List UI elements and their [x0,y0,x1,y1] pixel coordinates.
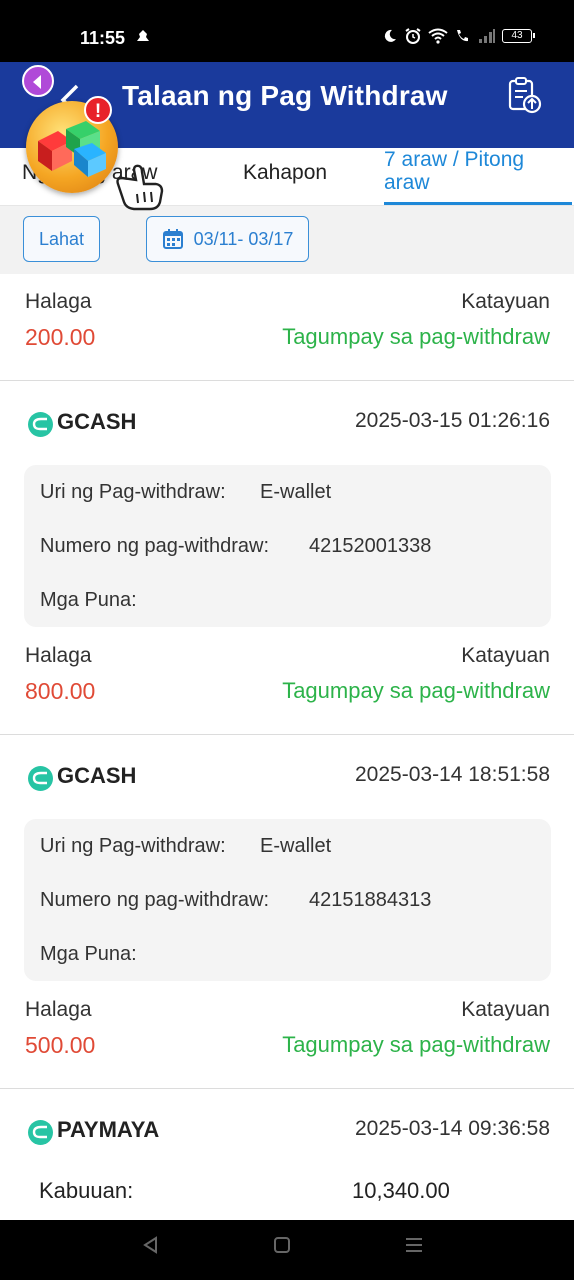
type-value: E-wallet [260,835,332,857]
status-icons: 43 [382,27,535,45]
wifi-icon [428,28,448,44]
app-screen: Talaan ng Pag Withdraw Ngayong araw Kaha… [0,62,574,1220]
moon-icon [384,29,396,42]
type-label: Uri ng Pag-withdraw: [40,835,226,857]
nav-back-icon[interactable] [142,1236,160,1259]
number-value: 42151884313 [309,889,432,911]
calendar-icon [162,229,183,249]
status-label: Katayuan [461,644,550,667]
status-value: Tagumpay sa pag-withdraw [282,324,550,349]
detail-box: Uri ng Pag-withdraw: E-wallet Numero ng … [24,819,551,981]
total-value: 10,340.00 [352,1178,450,1203]
amount-value: 800.00 [25,678,96,704]
battery-icon: 43 [502,29,535,43]
page-title: Talaan ng Pag Withdraw [122,80,448,111]
filter-bar: Lahat 03/11- 03/17 [0,206,574,274]
amount-label: Halaga [25,644,92,667]
ewallet-icon [28,1120,53,1145]
signal-icon [479,29,495,43]
amount-label: Halaga [25,290,92,313]
record-header: GCASH 2025-03-15 01:26:16 [0,404,574,444]
method-name: GCASH [57,409,137,434]
total-bar: Kabuuan: 10,340.00 [0,1162,574,1220]
amount-row: Halaga Katayuan 800.00 Tagumpay sa pag-w… [0,644,574,744]
status-value: Tagumpay sa pag-withdraw [282,678,550,703]
detail-box: Uri ng Pag-withdraw: E-wallet Numero ng … [24,465,551,627]
call-icon [457,30,468,42]
amount-value: 200.00 [25,324,96,350]
total-label: Kabuuan: [39,1178,134,1203]
divider [0,734,574,735]
amount-row: Halaga Katayuan 200.00 Tagumpay sa pag-w… [0,290,574,390]
remarks-label: Mga Puna: [40,589,137,611]
status-label: Katayuan [461,998,550,1021]
status-bar: 11:55 43 [0,0,574,62]
record-datetime: 2025-03-15 01:26:16 [355,409,550,432]
record-header: GCASH 2025-03-14 18:51:58 [0,758,574,798]
method-name: PAYMAYA [57,1117,160,1142]
record-datetime: 2025-03-14 09:36:58 [355,1117,550,1140]
type-value: E-wallet [260,481,332,503]
divider [0,1088,574,1089]
number-label: Numero ng pag-withdraw: [40,889,269,911]
record-datetime: 2025-03-14 18:51:58 [355,763,550,786]
number-label: Numero ng pag-withdraw: [40,535,269,557]
back-circle-icon[interactable] [22,65,54,97]
nav-menu-icon[interactable] [404,1236,424,1259]
divider [0,380,574,381]
clipboard-upload-icon[interactable] [504,76,544,121]
status-label: Katayuan [461,290,550,313]
method-name: GCASH [57,763,137,788]
type-label: Uri ng Pag-withdraw: [40,481,226,503]
status-value: Tagumpay sa pag-withdraw [282,1032,550,1057]
ewallet-icon [28,412,53,437]
remarks-label: Mga Puna: [40,943,137,965]
nav-home-icon[interactable] [273,1236,291,1259]
alarm-icon [405,28,421,44]
amount-row: Halaga Katayuan 500.00 Tagumpay sa pag-w… [0,998,574,1098]
ewallet-icon [28,766,53,791]
number-value: 42152001338 [309,535,432,557]
all-filter-button[interactable]: Lahat [23,216,100,262]
record-header: PAYMAYA 2025-03-14 09:36:58 [0,1112,574,1152]
pointing-hand-icon [112,162,168,217]
date-range-label: 03/11- 03/17 [193,228,294,249]
notification-icon [135,29,151,50]
system-nav-bar [0,1220,574,1280]
amount-label: Halaga [25,998,92,1021]
tab-yesterday[interactable]: Kahapon [243,161,327,185]
date-range-button[interactable]: 03/11- 03/17 [146,216,309,262]
status-time: 11:55 [80,28,126,48]
tab-seven-days[interactable]: 7 araw / Pitong araw [384,148,572,205]
amount-value: 500.00 [25,1032,96,1058]
alert-badge: ! [84,96,112,124]
